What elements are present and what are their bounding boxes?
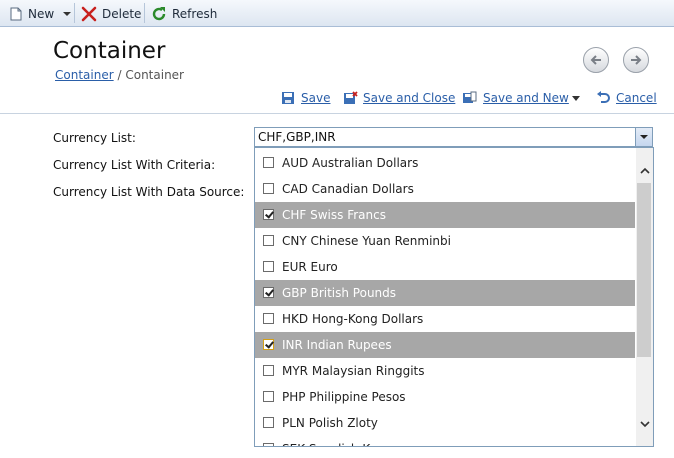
- new-dropdown-button[interactable]: [62, 0, 72, 27]
- option-checkbox[interactable]: [263, 157, 274, 168]
- breadcrumb: Container / Container: [55, 68, 184, 82]
- option-checkbox[interactable]: [263, 287, 274, 298]
- option-checkbox[interactable]: [263, 391, 274, 402]
- currency-option[interactable]: PLN Polish Zloty: [255, 410, 635, 436]
- option-checkbox[interactable]: [263, 339, 274, 350]
- delete-label: Delete: [102, 6, 142, 21]
- refresh-button[interactable]: Refresh: [151, 0, 217, 27]
- arrow-left-icon: [590, 55, 601, 65]
- option-label: GBP British Pounds: [282, 286, 397, 300]
- save-icon: [282, 92, 294, 104]
- currency-list-label: Currency List:: [53, 131, 136, 145]
- option-checkbox[interactable]: [263, 183, 274, 194]
- chevron-down-icon: [63, 11, 71, 16]
- option-label: PLN Polish Zloty: [282, 416, 378, 430]
- chevron-up-icon: [639, 167, 650, 174]
- toolbar-divider: [144, 3, 145, 23]
- dropdown-scrollbar[interactable]: [636, 148, 653, 446]
- currency-option[interactable]: PHP Philippine Pesos: [255, 384, 635, 410]
- currency-option[interactable]: EUR Euro: [255, 254, 635, 280]
- arrow-right-icon: [631, 55, 642, 65]
- currency-list-combo[interactable]: CHF,GBP,INR: [254, 127, 653, 147]
- currency-list-datasource-label: Currency List With Data Source:: [53, 185, 245, 199]
- save-and-new-label: Save and New: [483, 91, 569, 105]
- new-label: New: [28, 6, 55, 21]
- option-checkbox[interactable]: [263, 417, 274, 428]
- previous-record-button[interactable]: [583, 47, 609, 73]
- option-checkbox[interactable]: [263, 209, 274, 220]
- currency-option[interactable]: INR Indian Rupees: [255, 332, 635, 358]
- currency-option[interactable]: SEK Swedish K: [255, 436, 635, 446]
- option-checkbox[interactable]: [263, 261, 274, 272]
- chevron-down-icon: [640, 135, 648, 139]
- option-checkbox[interactable]: [263, 443, 274, 446]
- option-label: AUD Australian Dollars: [282, 156, 419, 170]
- next-record-button[interactable]: [623, 47, 649, 73]
- chevron-down-icon: [639, 421, 650, 428]
- save-close-icon: [344, 91, 358, 104]
- delete-icon: [81, 6, 97, 21]
- breadcrumb-current: Container: [125, 68, 184, 82]
- save-label: Save: [301, 91, 331, 105]
- page-title: Container: [53, 38, 166, 64]
- toolbar: New Delete Refresh: [0, 0, 674, 27]
- toolbar-divider: [74, 3, 75, 23]
- breadcrumb-link[interactable]: Container: [55, 68, 114, 82]
- combo-dropdown-button[interactable]: [635, 128, 652, 146]
- save-and-close-button[interactable]: Save and Close: [343, 89, 455, 107]
- scroll-up-button[interactable]: [636, 162, 653, 179]
- delete-button[interactable]: Delete: [81, 0, 141, 27]
- currency-option[interactable]: HKD Hong-Kong Dollars: [255, 306, 635, 332]
- refresh-label: Refresh: [172, 6, 218, 21]
- currency-option[interactable]: MYR Malaysian Ringgits: [255, 358, 635, 384]
- option-label: CNY Chinese Yuan Renminbi: [282, 234, 451, 248]
- new-document-icon: [10, 7, 22, 20]
- option-label: SEK Swedish K: [282, 442, 370, 446]
- option-label: PHP Philippine Pesos: [282, 390, 406, 404]
- currency-dropdown-list: AUD Australian Dollars CAD Canadian Dolla…: [254, 147, 654, 447]
- breadcrumb-separator: /: [117, 68, 122, 82]
- currency-options: AUD Australian Dollars CAD Canadian Dolla…: [255, 150, 635, 446]
- save-and-new-button[interactable]: Save and New: [462, 89, 569, 107]
- currency-list-value: CHF,GBP,INR: [258, 130, 336, 144]
- option-checkbox[interactable]: [263, 313, 274, 324]
- save-button[interactable]: Save: [281, 89, 330, 107]
- option-label: MYR Malaysian Ringgits: [282, 364, 425, 378]
- currency-option[interactable]: CAD Canadian Dollars: [255, 176, 635, 202]
- option-checkbox[interactable]: [263, 235, 274, 246]
- cancel-label: Cancel: [616, 91, 657, 105]
- currency-option[interactable]: CNY Chinese Yuan Renminbi: [255, 228, 635, 254]
- save-and-new-dropdown-icon[interactable]: [572, 96, 580, 101]
- option-label: CHF Swiss Francs: [282, 208, 386, 222]
- currency-option[interactable]: AUD Australian Dollars: [255, 150, 635, 176]
- scroll-down-button[interactable]: [636, 416, 653, 433]
- save-and-close-label: Save and Close: [363, 91, 456, 105]
- option-label: HKD Hong-Kong Dollars: [282, 312, 424, 326]
- option-label: CAD Canadian Dollars: [282, 182, 414, 196]
- header-divider: [0, 113, 674, 114]
- save-new-icon: [463, 91, 477, 103]
- undo-icon: [597, 91, 610, 103]
- option-checkbox[interactable]: [263, 365, 274, 376]
- scroll-thumb[interactable]: [637, 183, 651, 357]
- currency-option[interactable]: CHF Swiss Francs: [255, 202, 635, 228]
- refresh-icon: [152, 6, 166, 20]
- cancel-button[interactable]: Cancel: [596, 89, 657, 107]
- option-label: EUR Euro: [282, 260, 338, 274]
- currency-list-criteria-label: Currency List With Criteria:: [53, 158, 216, 172]
- currency-option[interactable]: GBP British Pounds: [255, 280, 635, 306]
- option-label: INR Indian Rupees: [282, 338, 392, 352]
- new-button[interactable]: New: [10, 0, 54, 27]
